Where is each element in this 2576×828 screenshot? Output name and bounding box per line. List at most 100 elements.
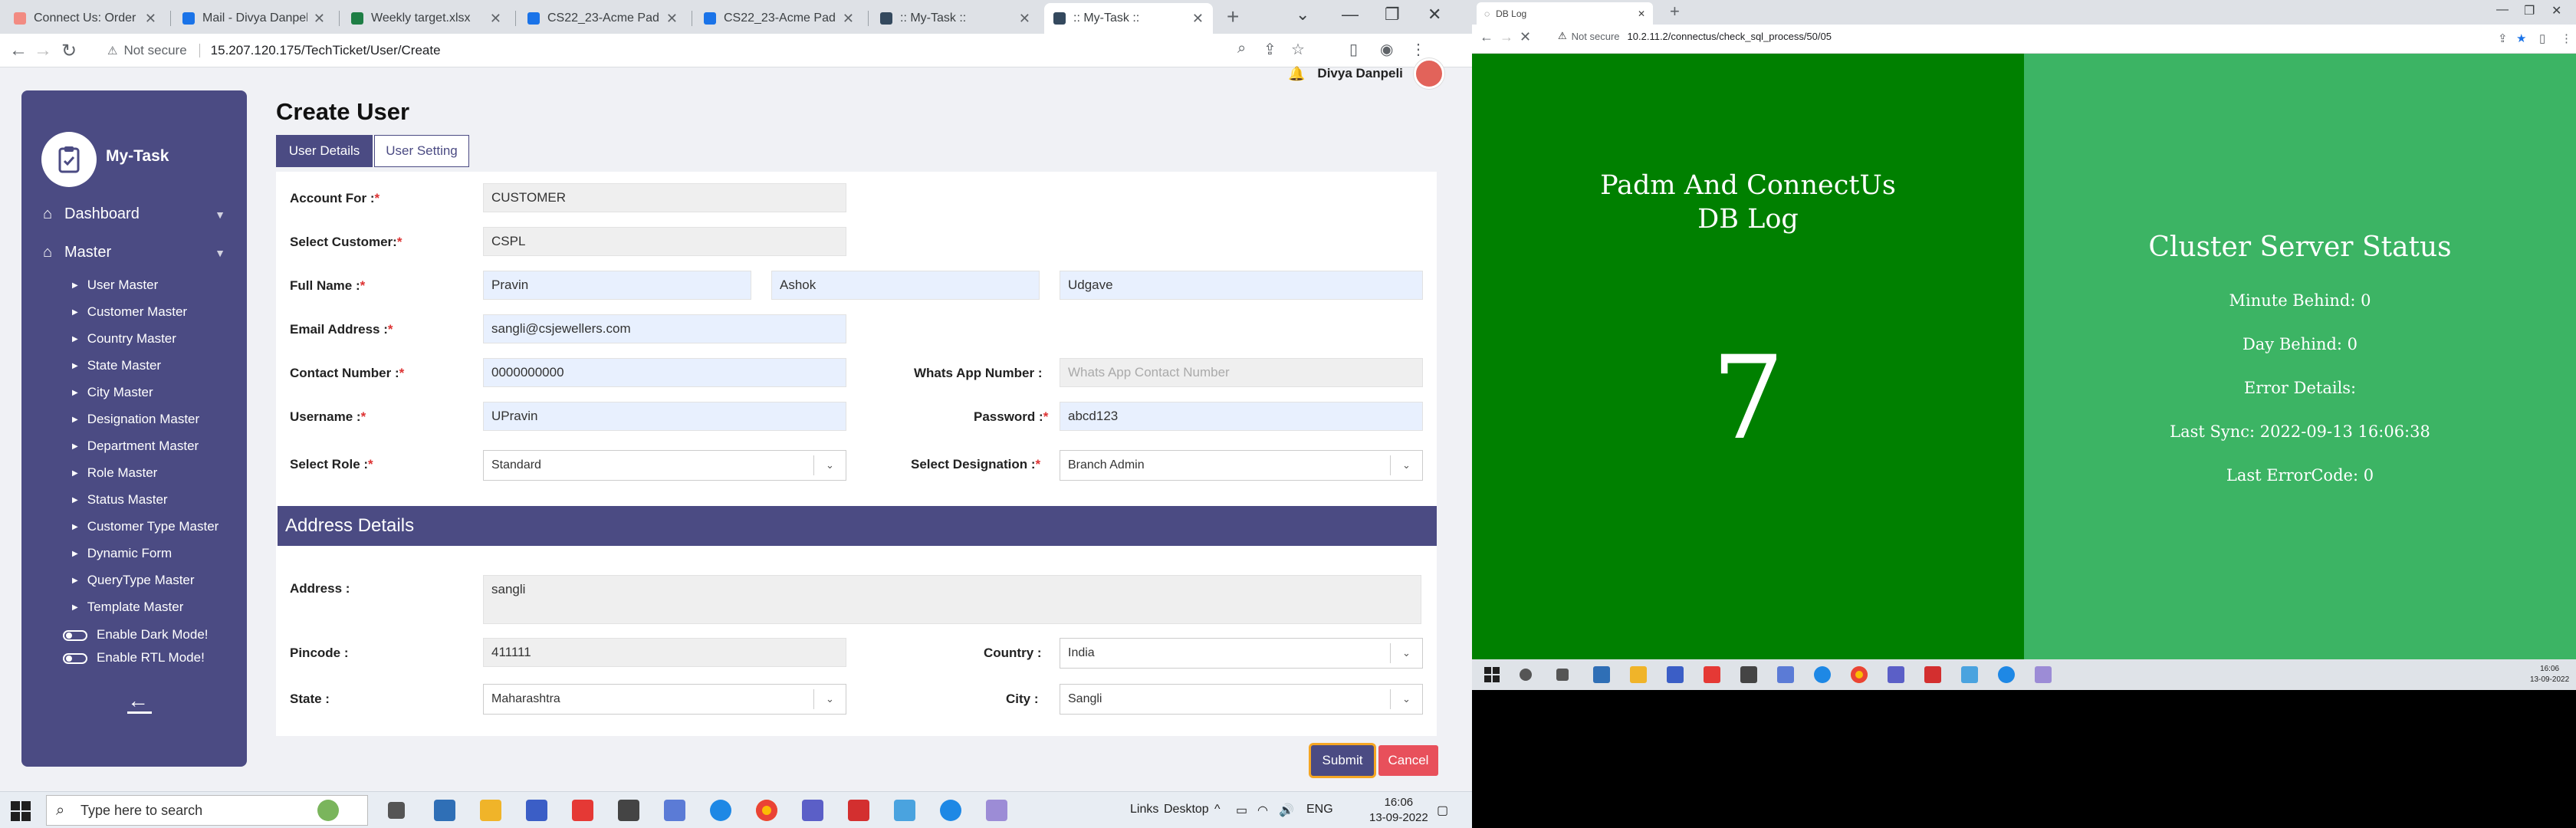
app-icon[interactable] <box>1667 666 1684 683</box>
sidebar-item-dashboard[interactable]: ⌂ Dashboard ▼ <box>43 205 225 223</box>
app-icon[interactable] <box>618 800 639 821</box>
anydesk-icon[interactable] <box>572 800 593 821</box>
url-field[interactable]: ⚠ Not secure 15.207.120.175/TechTicket/U… <box>107 38 1303 63</box>
app-icon[interactable] <box>986 800 1007 821</box>
share-icon[interactable]: ⇪ <box>1263 40 1276 59</box>
sidebar-subitem-dynamic-form[interactable]: ▶ Dynamic Form <box>72 546 172 561</box>
account-for-field[interactable]: CUSTOMER <box>483 183 846 212</box>
app-icon[interactable] <box>1961 666 1978 683</box>
back-icon[interactable]: ← <box>1480 29 1493 45</box>
file-explorer-icon[interactable] <box>1630 666 1647 683</box>
sidebar-subitem-status-master[interactable]: ▶ Status Master <box>72 492 168 508</box>
file-explorer-icon[interactable] <box>480 800 501 821</box>
contact-number-field[interactable]: 0000000000 <box>483 358 846 387</box>
sidebar-subitem-state-master[interactable]: ▶ State Master <box>72 358 161 373</box>
first-name-field[interactable]: Pravin <box>483 271 751 300</box>
sidebar-item-master[interactable]: ⌂ Master ▼ <box>43 244 225 261</box>
city-select[interactable]: Sangli ⌄ <box>1060 684 1423 715</box>
taskbar-clock[interactable]: 16:06 13-09-2022 <box>1369 795 1428 826</box>
close-icon[interactable]: ✕ <box>666 11 678 27</box>
chrome-icon[interactable] <box>1851 666 1868 683</box>
app-icon[interactable] <box>434 800 455 821</box>
zoom-icon[interactable]: ⌕ <box>1237 40 1246 58</box>
url-field[interactable]: ⚠ Not secure 10.2.11.2/connectus/check_s… <box>1558 30 1832 42</box>
wifi-icon[interactable]: ◠ <box>1257 803 1268 818</box>
browser-tab[interactable]: Weekly target.xlsx ✕ <box>342 3 511 34</box>
edge-icon[interactable] <box>1998 666 2015 683</box>
sidebar-subitem-user-master[interactable]: ▶ User Master <box>72 278 158 293</box>
browser-tab-active[interactable]: ◌ DB Log ✕ <box>1477 2 1653 25</box>
edge-icon[interactable] <box>710 800 731 821</box>
share-icon[interactable]: ⇪ <box>2498 31 2508 45</box>
app-icon[interactable] <box>526 800 547 821</box>
sidebar-subitem-customer-type-master[interactable]: ▶ Customer Type Master <box>72 519 219 534</box>
minimize-icon[interactable]: — <box>1342 5 1359 25</box>
bookmark-star-icon[interactable]: ☆ <box>1291 40 1305 59</box>
network-icon[interactable]: ▭ <box>1236 803 1247 818</box>
close-icon[interactable]: ✕ <box>1638 8 1645 19</box>
teams-icon[interactable] <box>1888 666 1904 683</box>
close-icon[interactable]: ✕ <box>145 11 156 27</box>
sidebar-subitem-customer-master[interactable]: ▶ Customer Master <box>72 304 187 320</box>
email-field[interactable]: sangli@csjewellers.com <box>483 314 846 343</box>
language-indicator[interactable]: ENG <box>1306 803 1333 816</box>
reload-icon[interactable]: ↻ <box>61 40 77 62</box>
app-icon[interactable] <box>664 800 685 821</box>
avatar[interactable] <box>1413 58 1444 89</box>
volume-icon[interactable]: 🔊 <box>1279 803 1294 818</box>
select-customer-field[interactable]: CSPL <box>483 227 846 256</box>
browser-tab[interactable]: CS22_23-Acme Padm ✕ <box>518 3 687 34</box>
minimize-icon[interactable]: — <box>2496 3 2509 17</box>
rtl-mode-toggle[interactable] <box>63 653 87 664</box>
app-icon[interactable] <box>848 800 869 821</box>
chrome-icon[interactable] <box>756 800 777 821</box>
chevron-up-icon[interactable]: ^ <box>1214 803 1221 816</box>
bookmark-star-icon[interactable]: ★ <box>2516 31 2526 45</box>
profile-icon[interactable]: ◉ <box>1380 40 1393 59</box>
role-select[interactable]: Standard ⌄ <box>483 450 846 481</box>
cancel-button[interactable]: Cancel <box>1378 745 1438 776</box>
designation-select[interactable]: Branch Admin ⌄ <box>1060 450 1423 481</box>
new-tab-icon[interactable]: + <box>1227 5 1239 29</box>
tab-user-details[interactable]: User Details <box>276 135 373 167</box>
app-icon[interactable] <box>1777 666 1794 683</box>
sidepanel-icon[interactable]: ▯ <box>1349 40 1358 59</box>
notification-icon[interactable]: ▢ <box>1437 803 1448 818</box>
restore-icon[interactable]: ❐ <box>1385 5 1400 25</box>
app-icon[interactable] <box>894 800 915 821</box>
task-view-icon[interactable] <box>1556 669 1569 681</box>
new-tab-icon[interactable]: + <box>1670 2 1680 21</box>
sidebar-subitem-role-master[interactable]: ▶ Role Master <box>72 465 157 481</box>
dark-mode-toggle[interactable] <box>63 630 87 641</box>
browser-tab-active[interactable]: :: My-Task :: ✕ <box>1044 3 1213 34</box>
edge-icon[interactable] <box>1814 666 1831 683</box>
submit-button[interactable]: Submit <box>1311 745 1374 776</box>
bell-icon[interactable]: 🔔 <box>1288 66 1305 82</box>
menu-icon[interactable]: ⋮ <box>1411 40 1426 59</box>
app-icon[interactable] <box>1593 666 1610 683</box>
links-toolbar[interactable]: Links <box>1130 803 1158 816</box>
last-name-field[interactable]: Udgave <box>1060 271 1423 300</box>
username-field[interactable]: UPravin <box>483 402 846 431</box>
desktop-toolbar[interactable]: Desktop <box>1164 803 1209 816</box>
pincode-field[interactable]: 411111 <box>483 638 846 667</box>
anydesk-icon[interactable] <box>1704 666 1720 683</box>
address-textarea[interactable]: sangli <box>483 575 1421 624</box>
tab-user-setting[interactable]: User Setting <box>374 135 469 167</box>
forward-icon[interactable]: → <box>34 40 52 61</box>
sidepanel-icon[interactable]: ▯ <box>2539 31 2545 45</box>
app-icon[interactable] <box>2035 666 2052 683</box>
collapse-sidebar-icon[interactable]: ← <box>127 688 152 714</box>
back-icon[interactable]: ← <box>9 40 28 61</box>
windows-start-icon[interactable] <box>11 801 31 821</box>
browser-tab[interactable]: Connect Us: Order De ✕ <box>5 3 166 34</box>
country-select[interactable]: India ⌄ <box>1060 638 1423 669</box>
close-icon[interactable]: ✕ <box>843 11 854 27</box>
close-icon[interactable]: ✕ <box>1192 11 1204 27</box>
sidebar-subitem-template-master[interactable]: ▶ Template Master <box>72 600 183 615</box>
user-menu[interactable]: 🔔 Divya Danpeli <box>1288 58 1444 89</box>
browser-tab[interactable]: :: My-Task :: ✕ <box>871 3 1040 34</box>
menu-icon[interactable]: ⋮ <box>2561 31 2572 45</box>
sidebar-subitem-querytype-master[interactable]: ▶ QueryType Master <box>72 573 195 588</box>
app-icon[interactable] <box>1924 666 1941 683</box>
